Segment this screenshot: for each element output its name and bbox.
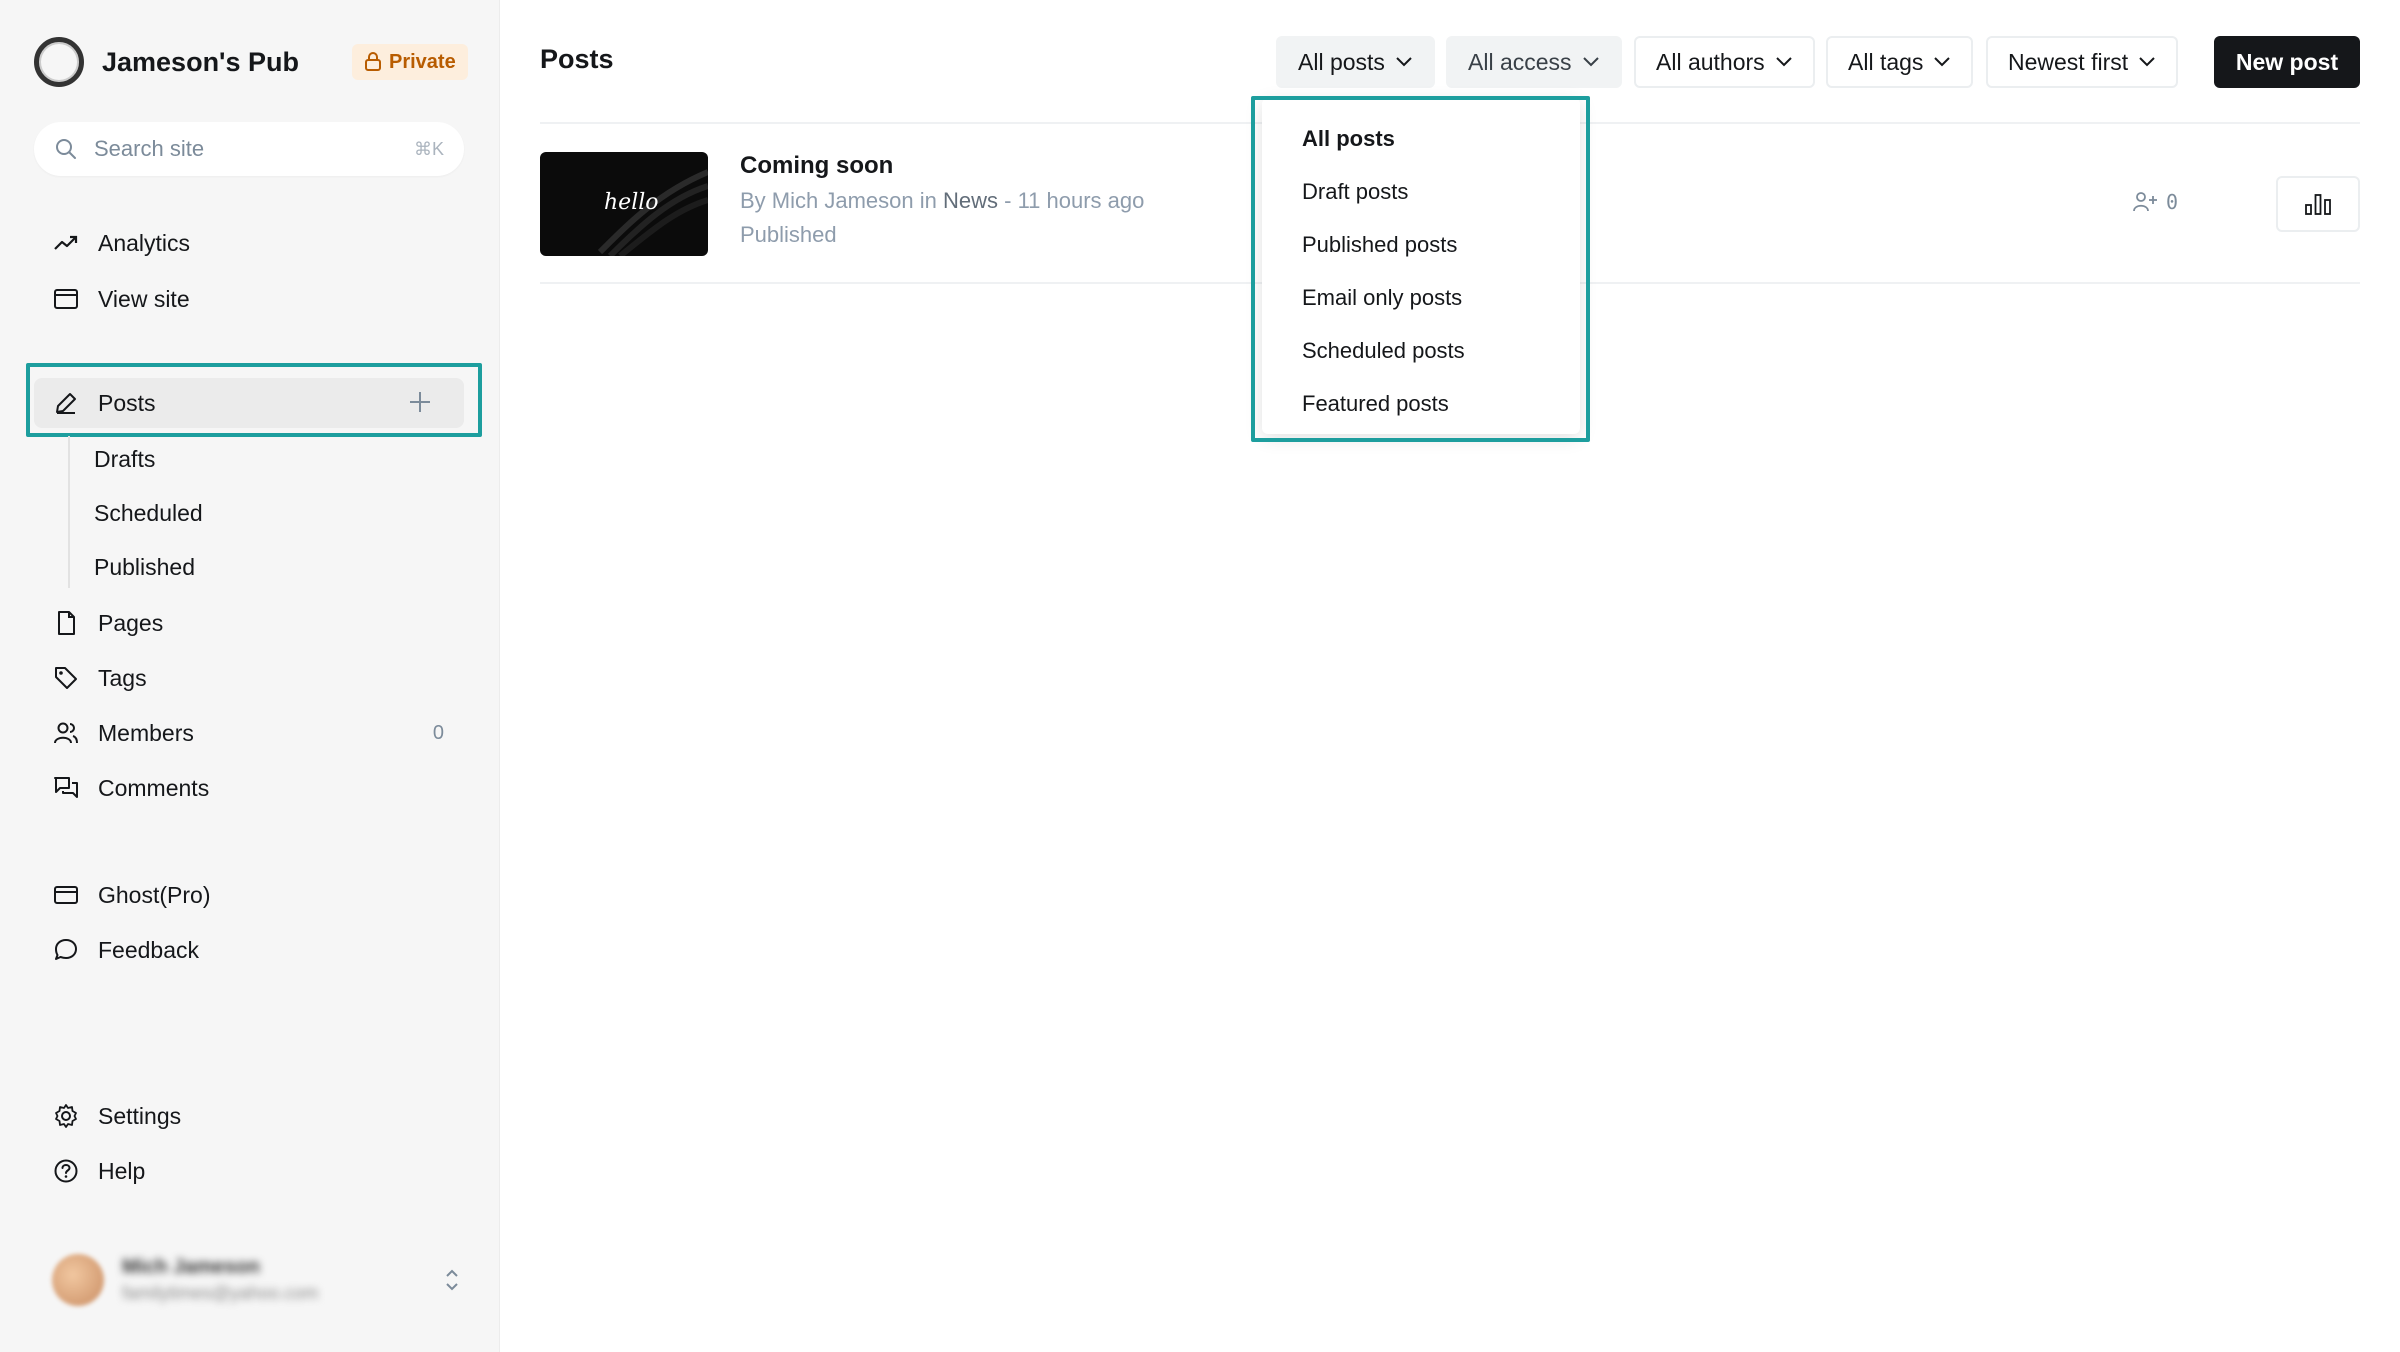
search-input[interactable]: Search site ⌘K [34,122,464,176]
help-icon [52,1157,80,1185]
sidebar-item-ghost-pro[interactable]: Ghost(Pro) [34,870,464,920]
search-icon [56,139,76,159]
chevron-down-icon [1582,57,1599,67]
filter-label: All access [1468,48,1572,75]
filter-label: All authors [1656,48,1765,75]
private-badge-label: Private [389,50,456,73]
filter-label: All posts [1298,48,1385,75]
sidebar-item-label: Help [98,1157,146,1184]
sidebar-item-label: Analytics [98,229,191,256]
post-title[interactable]: Coming soon [740,152,893,180]
chevron-down-icon [1775,57,1792,67]
site-name: Jameson's Pub [102,46,299,77]
browser-icon [52,285,80,313]
filter-label: Newest first [2008,48,2129,75]
sidebar-item-members[interactable]: Members 0 [34,708,464,758]
comments-icon [52,774,80,802]
chevron-down-icon [1396,57,1412,67]
chevron-up-down-icon [446,1269,458,1291]
site-brand[interactable]: Jameson's Pub [34,36,299,88]
sidebar-item-label: Members [98,719,194,746]
trend-icon [52,229,80,257]
sidebar-item-pages[interactable]: Pages [34,598,464,648]
speech-icon [52,936,80,964]
bar-chart-icon [2305,194,2331,215]
gear-icon [52,1102,80,1130]
sidebar-item-drafts[interactable]: Drafts [94,434,155,484]
filter-authors[interactable]: All authors [1634,36,1815,88]
chevron-down-icon [2139,57,2155,67]
tag-icon [52,664,80,692]
filter-post-type[interactable]: All posts [1276,36,1435,88]
filter-sort[interactable]: Newest first [1986,36,2179,88]
add-member-icon [2133,192,2157,212]
post-author: By Mich Jameson in [740,188,937,213]
submenu-line [68,436,70,588]
filter-tags[interactable]: All tags [1826,36,1974,88]
sidebar-item-label: Ghost(Pro) [98,881,211,908]
post-members-count: 0 [2166,190,2179,214]
avatar [52,1254,104,1306]
sidebar-item-label: Tags [98,664,147,691]
sidebar-item-settings[interactable]: Settings [34,1091,464,1141]
sidebar-item-label: View site [98,285,190,312]
post-thumbnail: hello [540,152,708,256]
members-icon [52,719,80,747]
dropdown-highlight-box [1251,96,1590,442]
sidebar-item-help[interactable]: Help [34,1146,464,1196]
sidebar-item-analytics[interactable]: Analytics [34,218,464,268]
sidebar: Jameson's Pub Private Search site ⌘K Ana… [0,0,500,1352]
sidebar-item-label: Pages [98,609,164,636]
post-meta: By Mich Jameson in News - 11 hours ago [740,188,1144,214]
sidebar-item-view-site[interactable]: View site [34,274,464,324]
members-count: 0 [432,721,444,744]
thumbnail-text: hello [604,190,659,215]
user-info: Mich Jameson familytimes@yahoo.com [122,1256,442,1304]
sidebar-item-feedback[interactable]: Feedback [34,925,464,975]
lock-icon [365,52,381,71]
sidebar-item-comments[interactable]: Comments [34,763,464,813]
card-icon [52,881,80,909]
chevron-down-icon [1934,57,1951,67]
page-title: Posts [540,44,614,74]
user-menu[interactable]: Mich Jameson familytimes@yahoo.com [52,1250,462,1310]
sidebar-item-tags[interactable]: Tags [34,653,464,703]
post-status: Published [740,222,837,247]
post-member-signups: 0 [2132,190,2178,214]
sidebar-item-published[interactable]: Published [94,542,195,592]
search-placeholder: Search site [94,136,205,161]
sidebar-item-scheduled[interactable]: Scheduled [94,488,203,538]
sidebar-item-label: Feedback [98,936,200,963]
filter-access[interactable]: All access [1446,36,1622,88]
post-time: - 11 hours ago [1004,188,1145,213]
page-icon [52,609,80,637]
filter-label: All tags [1848,48,1924,75]
site-logo-icon [34,37,84,87]
user-email: familytimes@yahoo.com [122,1283,319,1303]
search-shortcut: ⌘K [413,138,444,159]
user-name: Mich Jameson [122,1256,260,1278]
post-tag: News [942,188,998,213]
posts-highlight-box [26,363,482,437]
sidebar-item-label: Comments [98,774,210,801]
post-analytics-button[interactable] [2276,176,2360,232]
sidebar-item-label: Settings [98,1102,182,1129]
private-badge: Private [352,44,468,80]
new-post-button[interactable]: New post [2214,36,2360,88]
